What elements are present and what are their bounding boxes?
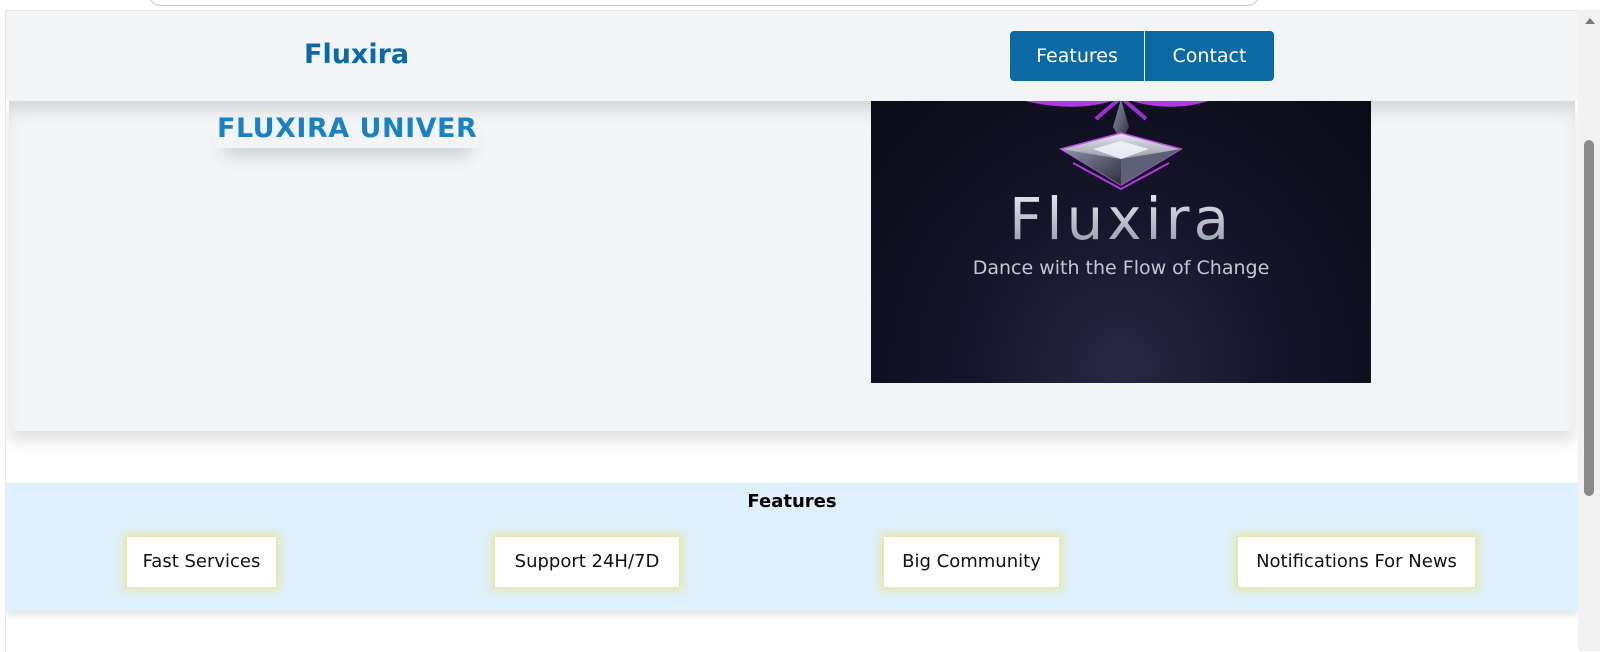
image-tagline: Dance with the Flow of Change (972, 257, 1270, 279)
feature-card-fast-services: Fast Services (127, 537, 276, 587)
scrollbar-thumb[interactable] (1584, 140, 1594, 496)
hero-logo-image: Fluxira Dance with the Flow of Change (871, 101, 1371, 383)
hero-title: FLUXIRA UNIVER (215, 113, 479, 148)
feature-card-notifications: Notifications For News (1238, 537, 1475, 587)
scroll-up-arrow-icon[interactable] (1585, 18, 1595, 24)
features-section: Features Fast Services Support 24H/7D Bi… (6, 483, 1578, 611)
feature-card-support: Support 24H/7D (495, 537, 679, 587)
hero-section: FLUXIRA UNIVER Fluxira Dance with the Fl… (9, 101, 1575, 431)
brand-logo-text[interactable]: Fluxira (304, 39, 409, 70)
address-bar-edge (148, 0, 1260, 6)
vertical-scrollbar[interactable] (1578, 10, 1600, 651)
page: Fluxira Features Contact FLUXIRA UNIVER (5, 10, 1578, 652)
features-heading: Features (747, 491, 837, 512)
navbar: Fluxira Features Contact (6, 11, 1578, 101)
image-logo-word: Fluxira (871, 185, 1371, 253)
nav-contact-button[interactable]: Contact (1145, 31, 1274, 81)
nav-buttons: Features Contact (1010, 31, 1274, 81)
nav-features-button[interactable]: Features (1010, 31, 1145, 81)
feature-card-community: Big Community (884, 537, 1059, 587)
